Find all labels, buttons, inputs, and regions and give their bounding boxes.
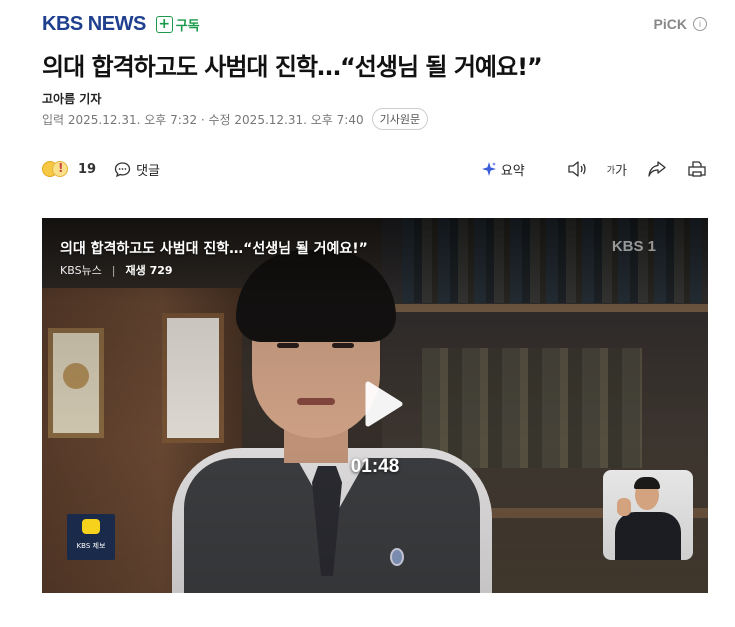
reporter-name[interactable]: 고아름 기자 (42, 90, 101, 107)
kbs-news-logo[interactable]: KBS NEWS (42, 13, 146, 36)
tool-actions: 요약 가가 (481, 158, 707, 180)
plus-icon: + (155, 15, 173, 33)
original-article-button[interactable]: 기사원문 (371, 108, 429, 130)
article-dates: 입력 2025.12.31. 오후 7:32 · 수정 2025.12.31. … (42, 108, 429, 130)
print-icon[interactable] (687, 158, 707, 180)
comment-icon (114, 161, 131, 177)
comment-button[interactable]: 댓글 (114, 160, 160, 179)
font-size-icon[interactable]: 가가 (607, 158, 627, 180)
article-headline: 의대 합격하고도 사범대 진학…“선생님 될 거예요!” (42, 53, 543, 81)
info-icon[interactable]: i (693, 17, 707, 31)
subscribe-button[interactable]: + 구독 (155, 15, 200, 34)
speaker-icon[interactable] (567, 158, 587, 180)
summary-label: 요약 (500, 163, 525, 179)
comment-label: 댓글 (136, 163, 161, 179)
video-play-count: 재생 729 (125, 264, 173, 277)
font-large-label: 가 (615, 163, 627, 179)
talk-bubble-icon (82, 519, 100, 534)
video-meta-separator: | (111, 263, 116, 277)
top-bar: KBS NEWS + 구독 PiCK i (42, 12, 707, 36)
sign-language-interpreter (603, 470, 693, 560)
pick-label: PiCK (653, 16, 687, 32)
subscribe-label: 구독 (175, 18, 200, 34)
reaction-button[interactable]: 19 (42, 159, 96, 179)
video-meta: KBS뉴스 | 재생 729 (60, 262, 173, 278)
reaction-count: 19 (78, 161, 97, 177)
font-small-label: 가 (606, 165, 616, 176)
kbs-report-logo[interactable]: KBS 제보 (67, 514, 115, 560)
video-title: 의대 합격하고도 사범대 진학…“선생님 될 거예요!” (60, 241, 368, 257)
video-player[interactable]: 의대 합격하고도 사범대 진학…“선생님 될 거예요!” KBS뉴스 | 재생 … (42, 218, 708, 593)
video-channel: KBS뉴스 (60, 264, 102, 277)
summary-button[interactable]: 요약 (481, 160, 525, 179)
reaction-emoji-icon (42, 159, 72, 179)
date-text: 입력 2025.12.31. 오후 7:32 · 수정 2025.12.31. … (42, 112, 364, 127)
article-actions: 19 댓글 요약 가가 (42, 157, 707, 181)
play-icon[interactable] (352, 376, 408, 432)
kbs1-watermark: KBS 1 (611, 238, 656, 255)
summary-sparkle-icon (481, 162, 496, 176)
report-logo-text: KBS 제보 (76, 542, 106, 550)
share-icon[interactable] (647, 158, 667, 180)
pick-badge[interactable]: PiCK i (654, 16, 707, 32)
